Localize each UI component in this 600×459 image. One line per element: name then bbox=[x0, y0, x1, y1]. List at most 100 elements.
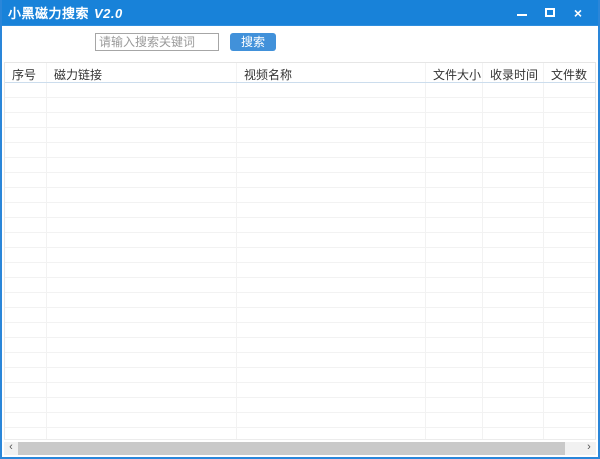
table-cell-file-size bbox=[426, 263, 483, 278]
table-row bbox=[5, 278, 595, 293]
table-cell-file-size bbox=[426, 353, 483, 368]
table-cell-video-name bbox=[237, 113, 426, 128]
table-cell-file-count bbox=[544, 98, 595, 113]
app-window: 小黑磁力搜索V2.0 × 搜索 序号磁力链接视频名称文件大小收录时间文件数 ‹ bbox=[0, 0, 600, 459]
main-content: 搜索 序号磁力链接视频名称文件大小收录时间文件数 ‹ › bbox=[2, 26, 598, 457]
table-cell-magnet-link bbox=[47, 368, 237, 383]
table-cell-file-count bbox=[544, 83, 595, 98]
table-cell-video-name bbox=[237, 263, 426, 278]
scrollbar-track[interactable] bbox=[18, 442, 582, 455]
scroll-left-icon: ‹ bbox=[9, 442, 13, 453]
table-cell-file-count bbox=[544, 218, 595, 233]
table-cell-magnet-link bbox=[47, 203, 237, 218]
table-cell-file-count bbox=[544, 188, 595, 203]
search-button[interactable]: 搜索 bbox=[230, 33, 276, 51]
table-cell-indexed-time bbox=[483, 83, 544, 98]
table-cell-video-name bbox=[237, 428, 426, 440]
table-cell-indexed-time bbox=[483, 278, 544, 293]
column-header-indexed-time[interactable]: 收录时间 bbox=[483, 63, 544, 82]
table-row bbox=[5, 98, 595, 113]
scroll-left-button[interactable]: ‹ bbox=[4, 442, 18, 455]
table-row bbox=[5, 428, 595, 440]
maximize-button[interactable] bbox=[538, 0, 562, 25]
table-cell-magnet-link bbox=[47, 158, 237, 173]
table-cell-file-size bbox=[426, 338, 483, 353]
table-cell-magnet-link bbox=[47, 323, 237, 338]
table-cell-video-name bbox=[237, 188, 426, 203]
table-row bbox=[5, 143, 595, 158]
table-cell-video-name bbox=[237, 128, 426, 143]
table-row bbox=[5, 368, 595, 383]
table-cell-video-name bbox=[237, 368, 426, 383]
table-cell-video-name bbox=[237, 278, 426, 293]
table-cell-indexed-time bbox=[483, 353, 544, 368]
table-cell-index bbox=[5, 143, 47, 158]
scroll-right-button[interactable]: › bbox=[582, 442, 596, 455]
table-cell-magnet-link bbox=[47, 83, 237, 98]
table-cell-video-name bbox=[237, 383, 426, 398]
table-cell-magnet-link bbox=[47, 233, 237, 248]
table-row bbox=[5, 248, 595, 263]
table-row bbox=[5, 323, 595, 338]
table-cell-index bbox=[5, 263, 47, 278]
table-row bbox=[5, 353, 595, 368]
table-cell-indexed-time bbox=[483, 428, 544, 440]
minimize-button[interactable] bbox=[510, 0, 534, 25]
column-header-file-size[interactable]: 文件大小 bbox=[426, 63, 483, 82]
table-cell-magnet-link bbox=[47, 113, 237, 128]
table-cell-indexed-time bbox=[483, 128, 544, 143]
column-header-video-name[interactable]: 视频名称 bbox=[237, 63, 426, 82]
table-cell-indexed-time bbox=[483, 233, 544, 248]
table-cell-index bbox=[5, 308, 47, 323]
table-cell-video-name bbox=[237, 233, 426, 248]
table-cell-magnet-link bbox=[47, 98, 237, 113]
table-cell-file-count bbox=[544, 323, 595, 338]
table-cell-file-size bbox=[426, 413, 483, 428]
table-row bbox=[5, 188, 595, 203]
table-cell-video-name bbox=[237, 323, 426, 338]
table-cell-index bbox=[5, 383, 47, 398]
table-cell-index bbox=[5, 83, 47, 98]
horizontal-scrollbar[interactable]: ‹ › bbox=[4, 442, 596, 455]
table-cell-magnet-link bbox=[47, 383, 237, 398]
table-cell-file-size bbox=[426, 188, 483, 203]
table-cell-file-count bbox=[544, 413, 595, 428]
column-header-file-count[interactable]: 文件数 bbox=[544, 63, 596, 82]
table-cell-file-count bbox=[544, 428, 595, 440]
table-cell-file-size bbox=[426, 428, 483, 440]
table-cell-indexed-time bbox=[483, 188, 544, 203]
table-cell-file-size bbox=[426, 203, 483, 218]
table-cell-index bbox=[5, 248, 47, 263]
column-header-magnet-link[interactable]: 磁力链接 bbox=[47, 63, 237, 82]
table-cell-indexed-time bbox=[483, 143, 544, 158]
table-cell-index bbox=[5, 98, 47, 113]
titlebar[interactable]: 小黑磁力搜索V2.0 × bbox=[0, 0, 600, 26]
close-button[interactable]: × bbox=[566, 0, 590, 25]
maximize-icon bbox=[545, 8, 555, 17]
table-cell-magnet-link bbox=[47, 413, 237, 428]
table-cell-file-count bbox=[544, 248, 595, 263]
table-cell-indexed-time bbox=[483, 338, 544, 353]
table-cell-indexed-time bbox=[483, 158, 544, 173]
table-cell-file-size bbox=[426, 98, 483, 113]
column-header-index[interactable]: 序号 bbox=[5, 63, 47, 82]
table-cell-file-size bbox=[426, 218, 483, 233]
table-cell-file-count bbox=[544, 158, 595, 173]
table-cell-file-count bbox=[544, 173, 595, 188]
table-row bbox=[5, 383, 595, 398]
table-cell-magnet-link bbox=[47, 293, 237, 308]
table-cell-file-size bbox=[426, 293, 483, 308]
table-cell-magnet-link bbox=[47, 143, 237, 158]
table-cell-file-size bbox=[426, 383, 483, 398]
table-row bbox=[5, 113, 595, 128]
table-cell-video-name bbox=[237, 83, 426, 98]
table-cell-file-count bbox=[544, 113, 595, 128]
table-cell-index bbox=[5, 203, 47, 218]
table-cell-video-name bbox=[237, 173, 426, 188]
table-row bbox=[5, 158, 595, 173]
scrollbar-thumb[interactable] bbox=[18, 442, 565, 455]
table-cell-indexed-time bbox=[483, 293, 544, 308]
search-input[interactable] bbox=[95, 33, 219, 51]
table-cell-index bbox=[5, 218, 47, 233]
table-cell-file-count bbox=[544, 278, 595, 293]
